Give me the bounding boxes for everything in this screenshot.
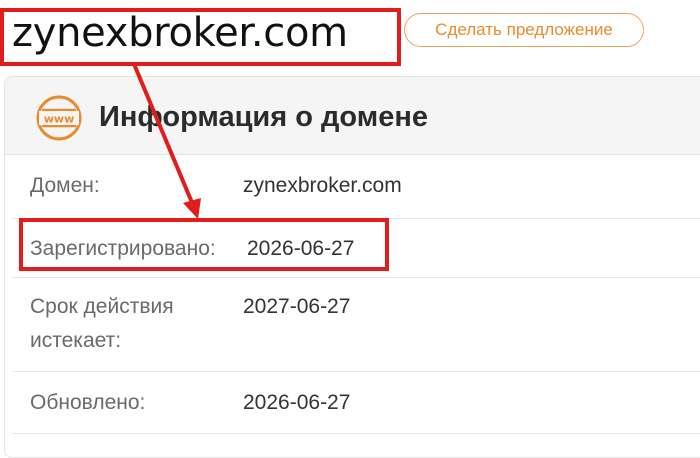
card-header: www Информация о домене [5,77,700,155]
row-label: Обновлено: [30,391,146,414]
row-label: Зарегистрировано: [30,237,216,260]
row-value: 2026-06-27 [243,391,351,414]
svg-text:www: www [44,113,75,126]
row-domain: Домен: zynexbroker.com [12,154,700,219]
row-label: Срок действия истекает: [30,295,174,352]
row-value: 2026-06-27 [247,237,355,260]
card-title: Информация о домене [99,101,428,133]
row-label: Домен: [30,174,100,197]
row-value: zynexbroker.com [243,174,402,197]
domain-title: zynexbroker.com [12,10,348,56]
row-expires: Срок действия истекает: 2027-06-27 [12,277,700,372]
www-icon: www [36,95,82,141]
make-offer-button[interactable]: Сделать предложение [404,13,644,47]
row-registered: Зарегистрировано: 2026-06-27 [12,218,700,278]
row-updated: Обновлено: 2026-06-27 [12,371,700,434]
row-value: 2027-06-27 [243,295,351,318]
